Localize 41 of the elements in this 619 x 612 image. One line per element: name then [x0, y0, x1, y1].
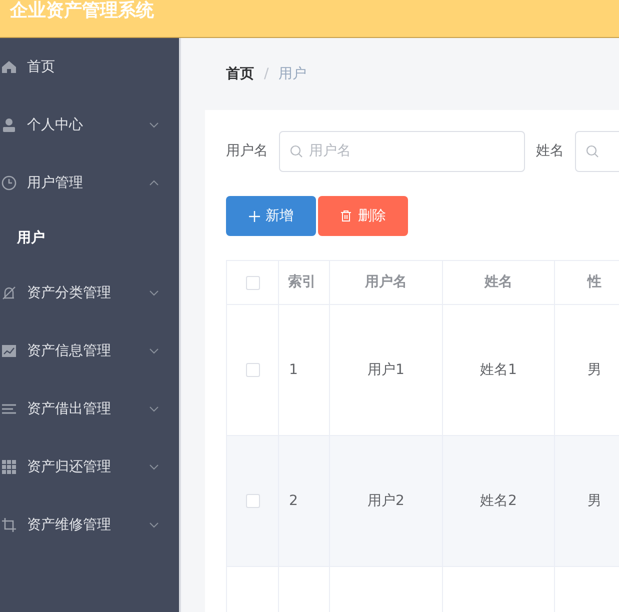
search-field[interactable]: [575, 131, 619, 172]
sidebar-item[interactable]: 资产分类管理: [0, 264, 179, 322]
sidebar-item[interactable]: 资产归还管理: [0, 438, 179, 496]
checkbox[interactable]: [246, 494, 260, 508]
person-icon: [1, 117, 17, 133]
search-input[interactable]: 用户名: [309, 141, 514, 162]
clock-icon: [1, 175, 17, 191]
table-cell-text: 男: [588, 360, 602, 380]
search-icon: [290, 145, 303, 158]
sidebar-item[interactable]: 个人中心: [0, 96, 179, 154]
table-cell-text: 1: [289, 360, 298, 380]
sidebar-item[interactable]: 用户管理: [0, 154, 179, 212]
table-cell-text: 姓名1: [480, 360, 517, 380]
sidebar-subitem[interactable]: 用户: [0, 212, 179, 264]
table-cell-text: 男: [588, 492, 602, 510]
add-button[interactable]: 新增: [226, 196, 316, 236]
table-cell-text: 用户2: [368, 492, 404, 510]
filter-label: 姓名: [536, 142, 564, 161]
sidebar-item[interactable]: 首页: [0, 38, 179, 96]
trash-icon: [340, 210, 352, 222]
list-icon: [1, 401, 17, 417]
plus-icon: [248, 210, 260, 222]
checkbox[interactable]: [246, 363, 260, 377]
search-field[interactable]: 用户名: [279, 131, 525, 172]
sidebar-item[interactable]: 资产信息管理: [0, 322, 179, 380]
breadcrumb-separator: /: [264, 64, 269, 84]
table-cell-text: 2: [289, 492, 298, 510]
crop-icon: [1, 517, 17, 533]
table-cell-text: 姓名2: [480, 492, 517, 510]
search-icon: [586, 145, 599, 158]
grid-icon: [1, 459, 17, 475]
sidebar-item[interactable]: 资产维修管理: [0, 496, 179, 554]
checkbox[interactable]: [246, 276, 260, 290]
sidebar-item[interactable]: 资产借出管理: [0, 380, 179, 438]
filter-label: 用户名: [226, 142, 268, 161]
breadcrumb-item: 用户: [278, 64, 307, 84]
bell-off-icon: [1, 285, 17, 301]
app-title: 企业资产管理系统: [10, 1, 154, 21]
breadcrumb-item[interactable]: 首页: [226, 64, 254, 84]
table-cell-text: 用户1: [368, 360, 404, 380]
home-icon: [1, 59, 17, 75]
